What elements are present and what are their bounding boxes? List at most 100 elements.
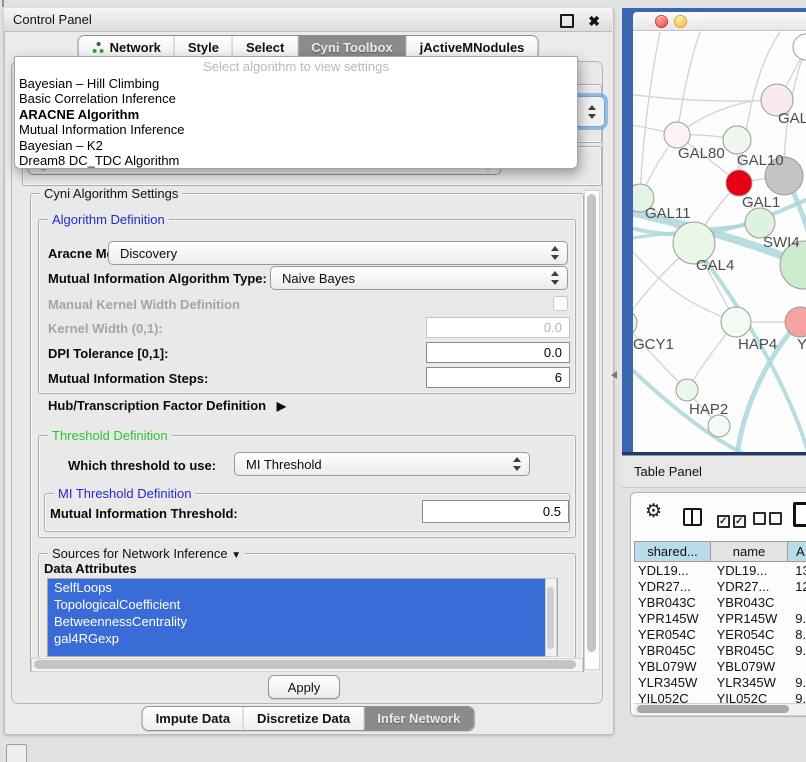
- attr-list-scroll-thumb[interactable]: [547, 587, 554, 649]
- table-cell: YIL052C: [713, 691, 792, 703]
- node-label: Y: [797, 336, 806, 353]
- table-row[interactable]: YPR145WYPR145W9.: [634, 611, 806, 627]
- column-header-shared-name[interactable]: shared...: [634, 541, 711, 562]
- dpi-tolerance-field[interactable]: 0.0: [426, 342, 570, 363]
- table-cell: 12: [791, 579, 806, 595]
- table-horizontal-scrollbar[interactable]: [634, 703, 806, 716]
- table-row[interactable]: YIL052CYIL052C9.: [634, 691, 806, 703]
- algorithm-list: Bayesian – Hill ClimbingBasic Correlatio…: [15, 76, 577, 168]
- network-node[interactable]: [721, 307, 751, 337]
- table-cell: YLR345W: [634, 675, 713, 691]
- aracne-mode-combo[interactable]: Discovery: [108, 241, 568, 265]
- network-node[interactable]: [708, 415, 730, 437]
- document-icon[interactable]: [793, 502, 806, 527]
- data-attributes-label: Data Attributes: [44, 561, 137, 576]
- expander-expanded-icon: ▼: [231, 550, 241, 561]
- settings-vertical-scroll-thumb[interactable]: [587, 194, 596, 652]
- sources-title-label: Sources for Network Inference: [52, 546, 228, 561]
- network-view-window[interactable]: GALGAL80GAL10GAL1GAL11SWI4GAL4GCY1HAP4YH…: [622, 8, 806, 455]
- node-label: HAP2: [689, 401, 728, 418]
- tab-label: Discretize Data: [257, 711, 350, 726]
- tab-discretize-data[interactable]: Discretize Data: [244, 707, 364, 730]
- float-window-icon[interactable]: [560, 14, 574, 28]
- combo-spinner-icon: [551, 246, 560, 260]
- close-icon[interactable]: ✖: [588, 10, 600, 33]
- attribute-item-selected[interactable]: BetweennessCentrality: [48, 613, 557, 630]
- column-header-partial[interactable]: A: [787, 541, 806, 562]
- column-header-name[interactable]: name: [710, 541, 788, 562]
- splitter-collapse-icon[interactable]: [611, 371, 617, 379]
- select-all-icon[interactable]: ✓✓: [717, 511, 749, 529]
- settings-vertical-scrollbar[interactable]: [584, 190, 600, 670]
- manual-kernel-checkbox[interactable]: [553, 296, 568, 311]
- network-node[interactable]: [723, 126, 751, 154]
- table-cell: YER054C: [713, 627, 792, 643]
- network-node[interactable]: [726, 170, 752, 196]
- network-node[interactable]: [676, 379, 698, 401]
- settings-horizontal-scrollbar[interactable]: [31, 658, 583, 672]
- attribute-item-selected[interactable]: SelfLoops: [48, 579, 557, 596]
- expander-collapsed-icon: ▶: [277, 399, 286, 413]
- kernel-width-field[interactable]: 0.0: [426, 317, 570, 338]
- table-row[interactable]: YER054CYER054C8.: [634, 627, 806, 643]
- network-node[interactable]: [633, 310, 637, 336]
- table-row[interactable]: YDR27...YDR27...12: [634, 579, 806, 595]
- algorithm-option[interactable]: Bayesian – Hill Climbing: [15, 76, 577, 91]
- table-row[interactable]: YDL19...YDL19...13: [634, 563, 806, 579]
- close-traffic-light[interactable]: [655, 15, 668, 28]
- column-settings-icon[interactable]: [683, 508, 702, 526]
- node-table-card: ⚙ ✓✓ shared... name A YDL19...YDL19...13…: [630, 492, 806, 717]
- apply-button[interactable]: Apply: [268, 675, 340, 699]
- network-edge[interactable]: [633, 92, 777, 101]
- attribute-item-selected[interactable]: gal4RGexp: [48, 630, 557, 647]
- algorithm-dropdown-popup: Select algorithm to view settings Bayesi…: [14, 56, 578, 169]
- algorithm-option[interactable]: Bayesian – K2: [15, 138, 577, 153]
- algorithm-option[interactable]: Mutual Information Inference: [15, 122, 577, 137]
- table-cell: YER054C: [634, 627, 713, 643]
- control-panel-titlebar: Control Panel ✖: [4, 8, 612, 32]
- table-horizontal-scroll-thumb[interactable]: [637, 705, 789, 713]
- tab-impute-data[interactable]: Impute Data: [143, 707, 244, 730]
- table-row[interactable]: YBL079WYBL079W: [634, 659, 806, 675]
- table-cell: YBL079W: [634, 659, 713, 675]
- attribute-item-selected[interactable]: TopologicalCoefficient: [48, 596, 557, 613]
- network-node[interactable]: [793, 34, 806, 60]
- minimize-traffic-light[interactable]: [674, 15, 687, 28]
- tab-label: jActiveMNodules: [420, 40, 525, 55]
- deselect-all-icon[interactable]: [753, 512, 785, 530]
- mi-threshold-field[interactable]: 0.5: [422, 500, 569, 523]
- gear-icon[interactable]: ⚙: [645, 500, 662, 523]
- settings-horizontal-scroll-thumb[interactable]: [34, 660, 576, 669]
- zoom-traffic-light[interactable]: [693, 15, 704, 26]
- hub-expander-label: Hub/Transcription Factor Definition: [48, 398, 266, 413]
- table-row[interactable]: YBR043CYBR043C: [634, 595, 806, 611]
- table-row[interactable]: YBR045CYBR045C9.: [634, 643, 806, 659]
- network-edge[interactable]: [640, 32, 660, 198]
- mi-type-combo[interactable]: Naive Bayes: [270, 266, 568, 290]
- tab-label: Style: [188, 40, 219, 55]
- network-edge[interactable]: [677, 32, 700, 135]
- apply-button-label: Apply: [288, 680, 321, 695]
- algorithm-option[interactable]: ARACNE Algorithm: [15, 107, 577, 122]
- attr-list-scrollbar[interactable]: [545, 578, 557, 657]
- table-cell: YLR345W: [713, 675, 792, 691]
- table-row[interactable]: YLR345WYLR345W9.: [634, 675, 806, 691]
- checked-box-icon: ✓: [717, 515, 730, 528]
- table-cell: YDR27...: [634, 579, 713, 595]
- manual-kernel-label: Manual Kernel Width Definition: [48, 297, 240, 312]
- tab-label: Infer Network: [377, 711, 460, 726]
- mi-threshold-label: Mutual Information Threshold:: [50, 506, 238, 521]
- table-cell: [791, 659, 806, 675]
- network-canvas[interactable]: GALGAL80GAL10GAL1GAL11SWI4GAL4GCY1HAP4YH…: [633, 31, 806, 455]
- algorithm-option[interactable]: Dream8 DC_TDC Algorithm: [15, 153, 577, 168]
- tab-label: Select: [246, 40, 284, 55]
- minimized-panel-icon[interactable]: [6, 744, 27, 762]
- table-cell: [791, 595, 806, 611]
- mi-steps-field[interactable]: 6: [426, 367, 570, 388]
- algorithm-option[interactable]: Basic Correlation Inference: [15, 91, 577, 106]
- hub-expander[interactable]: Hub/Transcription Factor Definition ▶: [48, 398, 286, 413]
- data-attributes-list[interactable]: SelfLoopsTopologicalCoefficientBetweenne…: [47, 578, 558, 657]
- tab-infer-network[interactable]: Infer Network: [364, 707, 473, 730]
- mi-type-value: Naive Bayes: [282, 271, 355, 286]
- which-threshold-combo[interactable]: MI Threshold: [234, 452, 530, 476]
